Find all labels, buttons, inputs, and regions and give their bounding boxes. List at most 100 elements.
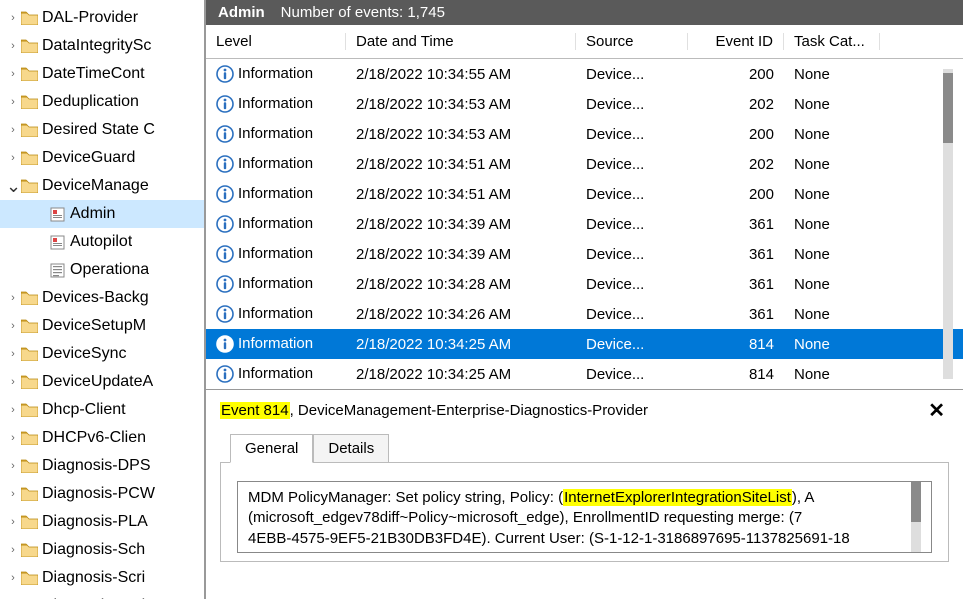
close-icon[interactable]: ✕ xyxy=(924,398,949,423)
tree-item-label: Diagnosis-DPS xyxy=(42,457,150,475)
table-row[interactable]: Information2/18/2022 10:34:53 AMDevice..… xyxy=(206,119,963,149)
cell-taskcat: None xyxy=(784,66,880,83)
detail-scrollbar-thumb[interactable] xyxy=(911,482,921,522)
table-row[interactable]: Information2/18/2022 10:34:51 AMDevice..… xyxy=(206,179,963,209)
tree-item-dal-provider[interactable]: ›DAL-Provider xyxy=(0,4,204,32)
cell-taskcat: None xyxy=(784,96,880,113)
tree-item-deviceupdatea[interactable]: › DeviceUpdateA xyxy=(0,368,204,396)
col-level[interactable]: Level xyxy=(206,33,346,50)
tree-item-dhcp-client[interactable]: › Dhcp-Client xyxy=(0,396,204,424)
col-eventid[interactable]: Event ID xyxy=(688,33,784,50)
cell-level: Information xyxy=(206,305,346,323)
col-source[interactable]: Source xyxy=(576,33,688,50)
caret-right-icon[interactable]: › xyxy=(6,124,20,136)
tree-item-diagnosis-scri[interactable]: ›Diagnosis-Scri xyxy=(0,564,204,592)
detail-body: MDM PolicyManager: Set policy string, Po… xyxy=(237,481,932,553)
caret-right-icon[interactable]: › xyxy=(6,348,20,360)
table-row[interactable]: Information2/18/2022 10:34:39 AMDevice..… xyxy=(206,209,963,239)
table-row[interactable]: Information2/18/2022 10:34:25 AMDevice..… xyxy=(206,329,963,359)
table-row[interactable]: Information2/18/2022 10:34:53 AMDevice..… xyxy=(206,89,963,119)
cell-source: Device... xyxy=(576,126,688,143)
tree-item-label: Dhcp-Client xyxy=(42,401,126,419)
event-count: Number of events: 1,745 xyxy=(281,4,445,21)
caret-down-icon[interactable]: ⌄ xyxy=(6,181,20,191)
tree-item-label: Deduplication xyxy=(42,93,139,111)
tree-item-diagnosis-scri[interactable]: ›Diagnosis-Scri xyxy=(0,592,204,599)
caret-right-icon[interactable]: › xyxy=(6,40,20,52)
detail-text-post: ), A xyxy=(792,489,815,506)
detail-event-label: Event 814 xyxy=(220,402,290,419)
info-icon xyxy=(216,125,234,143)
tree-item-label: DeviceUpdateA xyxy=(42,373,153,391)
caret-right-icon[interactable]: › xyxy=(6,404,20,416)
detail-scrollbar[interactable] xyxy=(911,482,921,552)
tree-item-devicesync[interactable]: ›DeviceSync xyxy=(0,340,204,368)
tab-details[interactable]: Details xyxy=(313,434,389,463)
tree-item-label: Admin xyxy=(70,205,115,223)
cell-datetime: 2/18/2022 10:34:53 AM xyxy=(346,96,576,113)
tree-item-deviceguard[interactable]: ›DeviceGuard xyxy=(0,144,204,172)
table-row[interactable]: Information2/18/2022 10:34:55 AMDevice..… xyxy=(206,59,963,89)
scrollbar-thumb[interactable] xyxy=(943,73,953,143)
table-row[interactable]: Information2/18/2022 10:34:28 AMDevice..… xyxy=(206,269,963,299)
caret-right-icon[interactable]: › xyxy=(6,488,20,500)
cell-taskcat: None xyxy=(784,246,880,263)
tree-item-datetimecont[interactable]: ›DateTimeCont xyxy=(0,60,204,88)
tree-item-label: DeviceSetupM xyxy=(42,317,146,335)
folder-icon xyxy=(20,150,38,166)
tree-item-autopilot[interactable]: Autopilot xyxy=(0,228,204,256)
tree-item-diagnosis-pla[interactable]: ›Diagnosis-PLA xyxy=(0,508,204,536)
caret-right-icon[interactable]: › xyxy=(6,544,20,556)
caret-right-icon[interactable]: › xyxy=(6,376,20,388)
col-datetime[interactable]: Date and Time xyxy=(346,33,576,50)
cell-eventid: 200 xyxy=(688,186,784,203)
tree-item-devicesetupm[interactable]: › DeviceSetupM xyxy=(0,312,204,340)
info-icon xyxy=(216,95,234,113)
col-taskcat[interactable]: Task Cat... xyxy=(784,33,880,50)
cell-taskcat: None xyxy=(784,186,880,203)
tree-item-desired-state-c[interactable]: ›Desired State C xyxy=(0,116,204,144)
caret-right-icon[interactable]: › xyxy=(6,96,20,108)
detail-tabs: General Details xyxy=(230,433,949,462)
table-row[interactable]: Information2/18/2022 10:34:51 AMDevice..… xyxy=(206,149,963,179)
tree-item-dataintegritysc[interactable]: ›DataIntegritySc xyxy=(0,32,204,60)
column-headers: Level Date and Time Source Event ID Task… xyxy=(206,25,963,59)
tree-item-devices-backg[interactable]: ›Devices-Backg xyxy=(0,284,204,312)
cell-taskcat: None xyxy=(784,126,880,143)
scrollbar[interactable] xyxy=(943,69,953,379)
folder-icon xyxy=(20,402,38,418)
cell-taskcat: None xyxy=(784,336,880,353)
cell-level: Information xyxy=(206,155,346,173)
tree-item-dhcpv6-clien[interactable]: ›DHCPv6-Clien xyxy=(0,424,204,452)
tree-item-admin[interactable]: Admin xyxy=(0,200,204,228)
table-row[interactable]: Information2/18/2022 10:34:26 AMDevice..… xyxy=(206,299,963,329)
tree-item-diagnosis-pcw[interactable]: ›Diagnosis-PCW xyxy=(0,480,204,508)
tab-general[interactable]: General xyxy=(230,434,313,463)
caret-right-icon[interactable]: › xyxy=(6,152,20,164)
caret-right-icon[interactable]: › xyxy=(6,68,20,80)
folder-icon xyxy=(20,486,38,502)
detail-text-line3: 4EBB-4575-9EF5-21B30DB3FD4E). Current Us… xyxy=(248,529,921,549)
cell-datetime: 2/18/2022 10:34:55 AM xyxy=(346,66,576,83)
caret-right-icon[interactable]: › xyxy=(6,320,20,332)
tree-item-deduplication[interactable]: › Deduplication xyxy=(0,88,204,116)
tree-item-diagnosis-dps[interactable]: › Diagnosis-DPS xyxy=(0,452,204,480)
folder-icon xyxy=(20,178,38,194)
caret-right-icon[interactable]: › xyxy=(6,572,20,584)
info-icon xyxy=(216,335,234,353)
cell-eventid: 814 xyxy=(688,366,784,383)
tree-item-diagnosis-sch[interactable]: ›Diagnosis-Sch xyxy=(0,536,204,564)
caret-right-icon[interactable]: › xyxy=(6,292,20,304)
tree-item-operationa[interactable]: Operationa xyxy=(0,256,204,284)
table-row[interactable]: Information2/18/2022 10:34:39 AMDevice..… xyxy=(206,239,963,269)
tree-item-label: Operationa xyxy=(70,261,149,279)
caret-right-icon[interactable]: › xyxy=(6,516,20,528)
header-bar: Admin Number of events: 1,745 xyxy=(206,0,963,25)
log-icon xyxy=(48,234,66,250)
tree-item-devicemanage[interactable]: ⌄DeviceManage xyxy=(0,172,204,200)
caret-right-icon[interactable]: › xyxy=(6,460,20,472)
cell-eventid: 361 xyxy=(688,306,784,323)
caret-right-icon[interactable]: › xyxy=(6,432,20,444)
caret-right-icon[interactable]: › xyxy=(6,12,20,24)
table-row[interactable]: Information2/18/2022 10:34:25 AMDevice..… xyxy=(206,359,963,389)
